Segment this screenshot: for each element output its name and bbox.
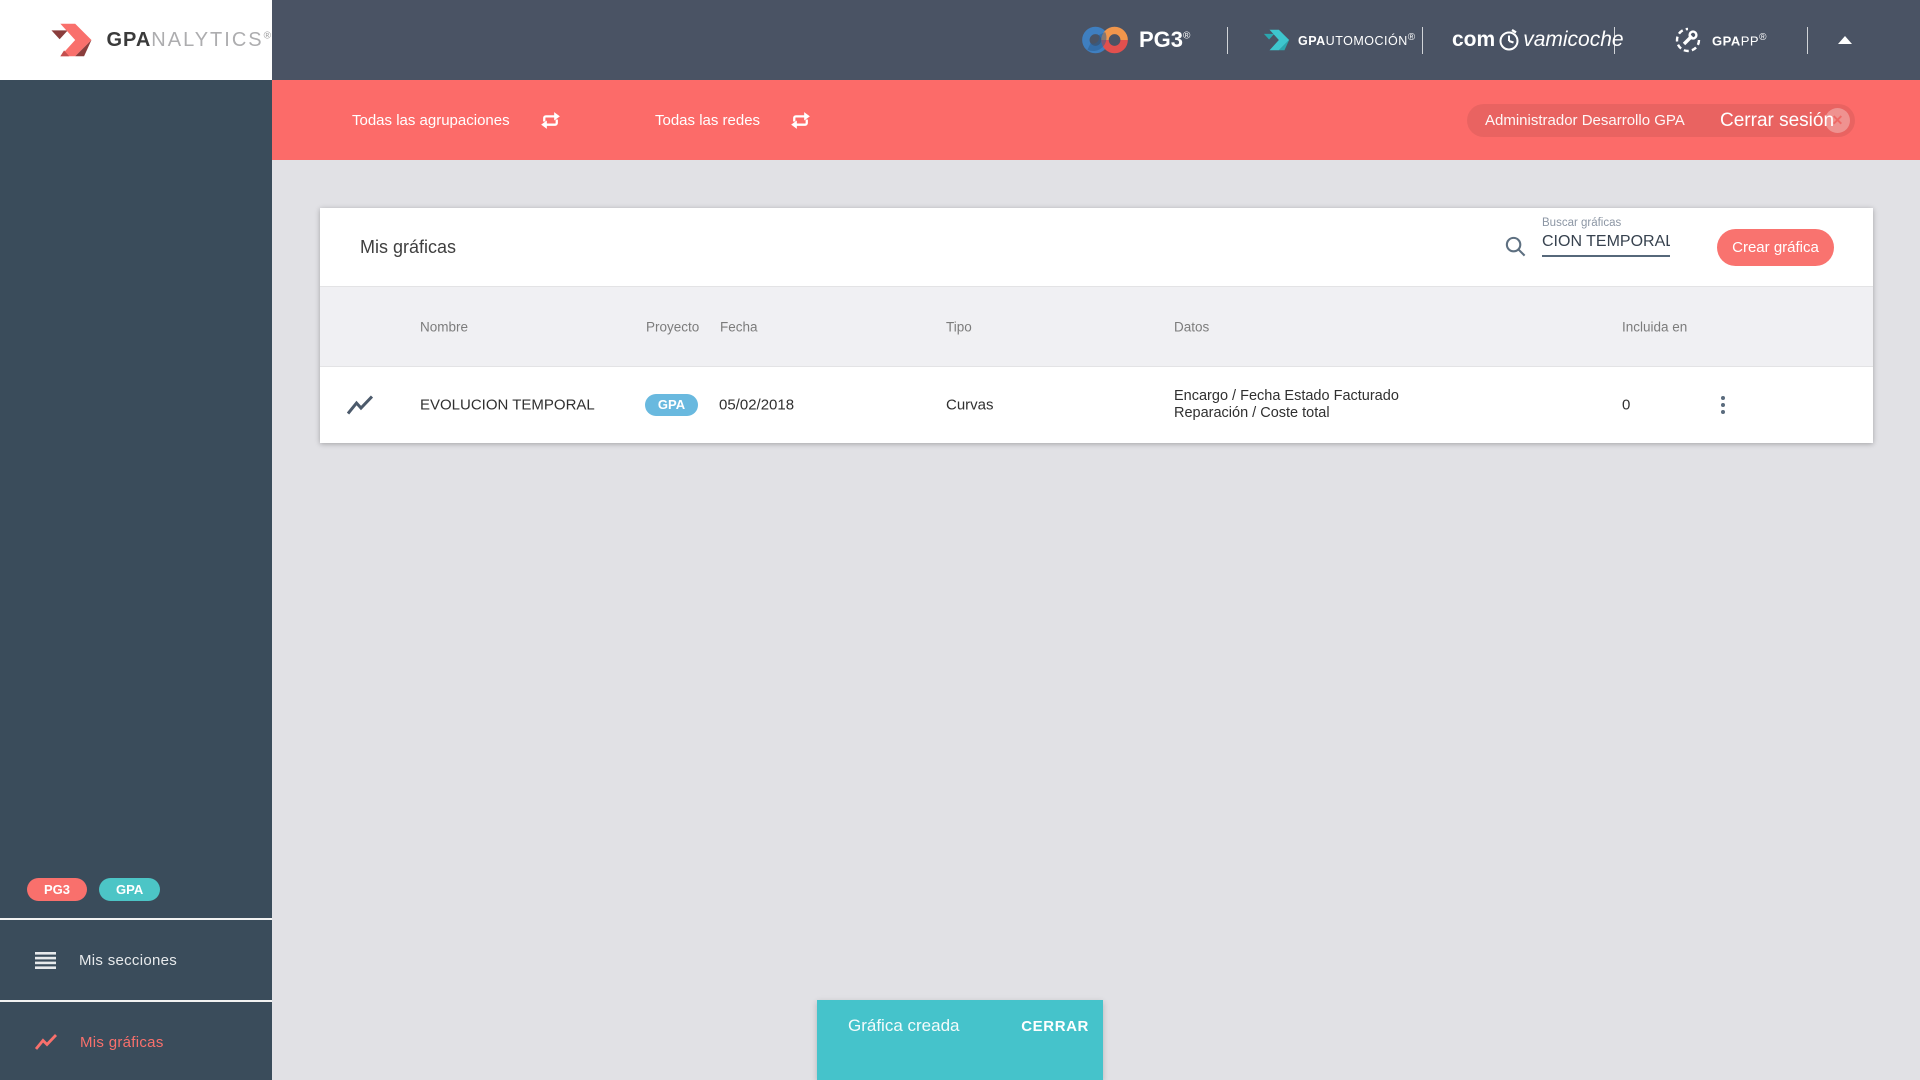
- filter-agrupaciones-label: Todas las agrupaciones: [352, 111, 510, 129]
- sidebar-badge-pg3[interactable]: PG3: [27, 878, 88, 901]
- swap-icon[interactable]: [538, 108, 563, 133]
- col-datos: Datos: [1174, 319, 1210, 334]
- logout-close-icon[interactable]: ✕: [1825, 108, 1850, 133]
- snackbar-close-button[interactable]: CERRAR: [1021, 1018, 1089, 1035]
- mis-graficas-card: Mis gráficas Buscar gráficas Crear gráfi…: [320, 208, 1873, 443]
- pg3-infinity-icon: [1082, 26, 1128, 54]
- gpapp-wrench-icon: [1675, 27, 1701, 53]
- search-field: Buscar gráficas: [1542, 217, 1670, 257]
- cell-nombre: EVOLUCION TEMPORAL: [420, 396, 595, 414]
- cell-tipo: Curvas: [946, 396, 994, 414]
- brand-logo-box: GPANALYTICS®: [0, 0, 272, 80]
- header-collapse[interactable]: [1838, 0, 1852, 80]
- session-pill: Administrador Desarrollo GPA Cerrar sesi…: [1467, 104, 1855, 137]
- filter-redes[interactable]: Todas las redes: [655, 80, 813, 160]
- gpautomocion-arrow-icon: [1263, 29, 1290, 51]
- line-chart-icon: [35, 1034, 57, 1050]
- col-tipo: Tipo: [946, 319, 972, 334]
- comvamicoche-logo[interactable]: com vamicoche: [1452, 0, 1624, 80]
- header-divider: [1422, 27, 1423, 54]
- logged-user-label: Administrador Desarrollo GPA: [1485, 112, 1685, 129]
- col-incluida-en: Incluida en: [1622, 319, 1688, 334]
- gpa-analytics-logo-icon: [51, 23, 92, 57]
- snackbar-message: Gráfica creada: [848, 1016, 960, 1035]
- sidebar-item-label: Mis gráficas: [80, 1033, 164, 1051]
- cell-fecha: 05/02/2018: [719, 396, 795, 414]
- brand-gpa: GPA: [106, 28, 152, 51]
- swap-icon[interactable]: [788, 108, 813, 133]
- line-chart-icon: [347, 395, 373, 415]
- sidebar-item-mis-graficas[interactable]: Mis gráficas: [0, 1000, 272, 1080]
- collapse-up-arrow-icon[interactable]: [1838, 36, 1852, 44]
- create-chart-button[interactable]: Crear gráfica: [1717, 229, 1834, 266]
- gpautomocion-logo[interactable]: GPAUTOMOCIÓN®: [1263, 0, 1416, 80]
- search-input[interactable]: [1542, 231, 1670, 257]
- page-title: Mis gráficas: [360, 237, 457, 257]
- filter-bar: Todas las agrupaciones Todas las redes A…: [272, 80, 1920, 160]
- logout-button[interactable]: Cerrar sesión: [1720, 110, 1834, 132]
- col-nombre: Nombre: [420, 319, 469, 334]
- proyecto-badge: GPA: [645, 394, 698, 416]
- datos-line-1: Encargo / Fecha Estado Facturado: [1174, 388, 1399, 404]
- header-divider: [1807, 27, 1808, 54]
- sidebar-item-label: Mis secciones: [79, 951, 178, 969]
- snackbar: Gráfica creada CERRAR: [817, 1000, 1103, 1080]
- pg3-label: PG3®: [1139, 27, 1191, 52]
- col-proyecto: Proyecto: [646, 319, 700, 334]
- row-more-menu-icon[interactable]: [1714, 393, 1732, 417]
- stopwatch-icon: [1499, 28, 1519, 51]
- gpapp-label: GPAPP®: [1712, 31, 1767, 49]
- table-header: Nombre Proyecto Fecha Tipo Datos Incluid…: [320, 286, 1873, 366]
- cell-datos: Encargo / Fecha Estado Facturado Reparac…: [1174, 388, 1399, 422]
- datos-line-2: Reparación / Coste total: [1174, 405, 1330, 421]
- filter-agrupaciones[interactable]: Todas las agrupaciones: [352, 80, 563, 160]
- header-divider: [1614, 27, 1615, 54]
- sidebar-badges: PG3 GPA: [27, 878, 161, 901]
- menu-lines-icon: [35, 951, 56, 969]
- brand-nalytics: NALYTICS: [151, 28, 264, 51]
- table-row[interactable]: EVOLUCION TEMPORAL GPA 05/02/2018 Curvas…: [320, 366, 1873, 443]
- col-fecha: Fecha: [720, 319, 758, 334]
- top-header-bar: PG3® GPAUTOMOCIÓN® com vamicoche GPAPP®: [272, 0, 1920, 80]
- search-label: Buscar gráficas: [1542, 217, 1622, 229]
- brand-logo-text: GPANALYTICS®: [106, 29, 272, 52]
- header-divider: [1227, 27, 1228, 54]
- cell-incluida-en: 0: [1622, 396, 1631, 414]
- card-header: Mis gráficas Buscar gráficas Crear gráfi…: [320, 208, 1873, 286]
- sidebar: PG3 GPA Mis secciones Mis gráficas: [0, 80, 272, 1080]
- pg3-logo[interactable]: PG3®: [1079, 0, 1190, 80]
- sidebar-item-mis-secciones[interactable]: Mis secciones: [0, 918, 272, 1000]
- gpapp-logo[interactable]: GPAPP®: [1672, 0, 1767, 80]
- brand-reg: ®: [263, 29, 272, 41]
- gpautomocion-label: GPAUTOMOCIÓN®: [1298, 31, 1416, 49]
- sidebar-badge-gpa[interactable]: GPA: [99, 878, 161, 901]
- comvamicoche-label: com vamicoche: [1452, 28, 1624, 51]
- app-root: GPANALYTICS® PG3 GPA Mis secciones Mis g…: [0, 0, 1920, 1080]
- filter-redes-label: Todas las redes: [655, 111, 761, 129]
- search-icon[interactable]: [1504, 235, 1527, 258]
